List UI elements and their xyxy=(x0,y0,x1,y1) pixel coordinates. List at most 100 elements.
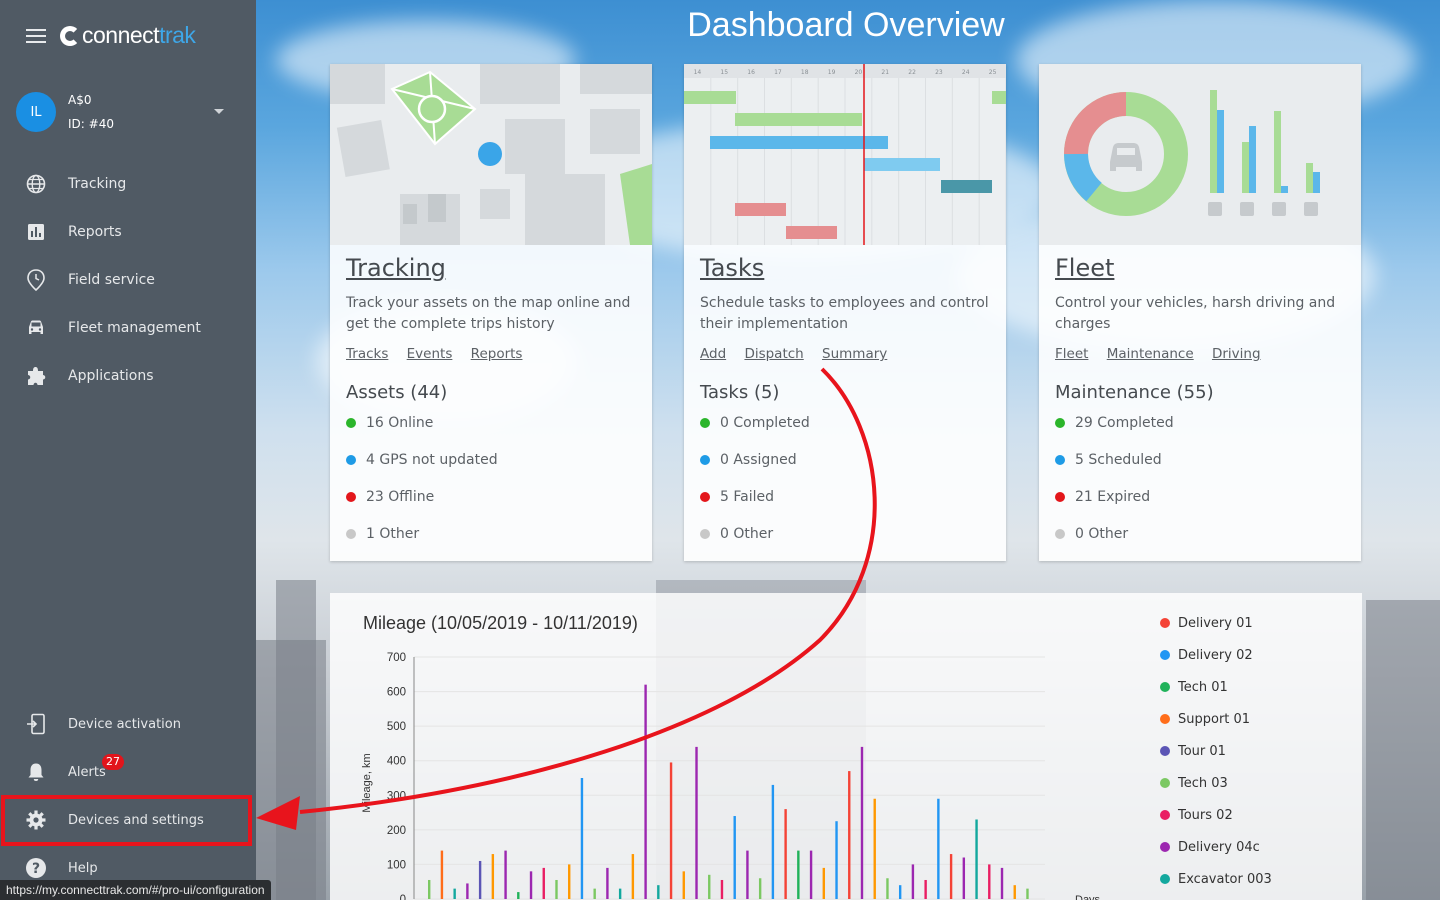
chart-bar xyxy=(873,798,876,899)
nav-alerts[interactable]: Alerts 27 xyxy=(0,750,256,794)
link-reports[interactable]: Reports xyxy=(471,346,523,362)
chart-bar xyxy=(682,871,685,899)
y-tick-label: 100 xyxy=(387,859,406,871)
account-name: A$0 xyxy=(68,93,92,107)
logo[interactable]: connect trak xyxy=(60,22,196,49)
nav-label: Fleet management xyxy=(68,320,201,336)
legend-item[interactable]: Delivery 04c xyxy=(1160,831,1272,863)
legend-item[interactable]: Tours 02 xyxy=(1160,799,1272,831)
chart-bar xyxy=(937,798,940,899)
card-subheading: Tasks (5) xyxy=(700,382,780,403)
gantt-day-label: 25 xyxy=(989,69,997,76)
card-description: Track your assets on the map online and … xyxy=(346,295,631,332)
legend-item[interactable]: Tech 03 xyxy=(1160,767,1272,799)
chart-bar xyxy=(924,879,927,899)
legend-label: Tech 03 xyxy=(1178,775,1228,791)
y-axis-label: Mileage, km xyxy=(361,753,373,812)
nav-reports[interactable]: Reports xyxy=(0,210,256,254)
caret-down-icon xyxy=(214,109,224,114)
legend-swatch xyxy=(1160,778,1170,788)
legend-item[interactable]: Tour 01 xyxy=(1160,735,1272,767)
y-tick-label: 300 xyxy=(387,790,406,802)
chart-bar xyxy=(478,860,482,899)
account-id: ID: #40 xyxy=(68,117,114,131)
legend-label: Excavator 003 xyxy=(1178,871,1272,887)
card-title-tasks[interactable]: Tasks xyxy=(700,254,764,282)
status-dot-green xyxy=(346,418,356,428)
globe-icon xyxy=(25,173,47,195)
link-summary[interactable]: Summary xyxy=(822,346,887,362)
chart-bar xyxy=(949,854,953,899)
link-driving[interactable]: Driving xyxy=(1212,346,1261,362)
legend-label: Delivery 01 xyxy=(1178,615,1253,631)
nav-applications[interactable]: Applications xyxy=(0,354,256,398)
gantt-day-label: 16 xyxy=(747,69,755,76)
stat-label: 21 Expired xyxy=(1075,489,1151,505)
chart-bar xyxy=(835,821,838,899)
link-add[interactable]: Add xyxy=(700,346,726,362)
y-tick-label: 500 xyxy=(387,721,406,733)
legend-item[interactable]: Delivery 01 xyxy=(1160,607,1272,639)
link-dispatch[interactable]: Dispatch xyxy=(744,346,803,362)
gantt-day-label: 24 xyxy=(962,69,970,76)
legend-item[interactable]: Support 01 xyxy=(1160,703,1272,735)
legend-swatch xyxy=(1160,650,1170,660)
stat-label: 0 Other xyxy=(1075,526,1129,542)
device-login-icon xyxy=(25,713,47,735)
tasks-gantt-illustration: 14 15 16 17 18 19 20 21 22 23 24 25 xyxy=(684,64,1006,245)
chart-bar xyxy=(504,850,507,899)
fleet-charts-illustration xyxy=(1039,64,1361,245)
chart-bar xyxy=(606,867,609,899)
legend-swatch xyxy=(1160,618,1170,628)
legend-label: Tour 01 xyxy=(1178,743,1226,759)
nav-fleet-management[interactable]: Fleet management xyxy=(0,306,256,350)
card-description: Schedule tasks to employees and control … xyxy=(700,295,989,332)
page-title: Dashboard Overview xyxy=(687,6,1005,44)
card-description: Control your vehicles, harsh driving and… xyxy=(1055,295,1336,332)
chart-bar xyxy=(784,809,787,899)
menu-icon[interactable] xyxy=(26,28,46,43)
stat-row: 5 Failed xyxy=(700,489,774,505)
stat-label: 23 Offline xyxy=(366,489,435,505)
status-dot-blue xyxy=(1055,455,1065,465)
chart-bar xyxy=(631,854,635,899)
nav-field-service[interactable]: Field service xyxy=(0,258,256,302)
status-dot-blue xyxy=(346,455,356,465)
stat-row: 0 Other xyxy=(700,526,773,542)
status-bar-url: https://my.connecttrak.com/#/pro-ui/conf… xyxy=(0,880,271,900)
card-title-tracking[interactable]: Tracking xyxy=(346,254,446,282)
avatar: IL xyxy=(16,92,56,132)
chart-bar xyxy=(529,871,533,899)
link-tracks[interactable]: Tracks xyxy=(346,346,388,362)
sidebar: connect trak IL A$0 ID: #40 Tracking Repo… xyxy=(0,0,256,900)
card-links: Fleet Maintenance Driving xyxy=(1055,346,1275,362)
legend-item[interactable]: Delivery 02 xyxy=(1160,639,1272,671)
chart-bar xyxy=(593,888,596,899)
stat-label: 5 Scheduled xyxy=(1075,452,1162,468)
chart-bar xyxy=(580,778,584,899)
legend-item[interactable]: Tech 01 xyxy=(1160,671,1272,703)
chart-bar xyxy=(708,874,711,899)
link-maintenance[interactable]: Maintenance xyxy=(1107,346,1194,362)
logo-text: connect xyxy=(82,22,160,48)
chart-bar xyxy=(758,878,762,899)
stat-row: 29 Completed xyxy=(1055,415,1174,431)
card-title-fleet[interactable]: Fleet xyxy=(1055,254,1114,282)
nav-tracking[interactable]: Tracking xyxy=(0,162,256,206)
status-dot-green xyxy=(1055,418,1065,428)
status-dot-red xyxy=(1055,492,1065,502)
legend-item[interactable]: Excavator 003 xyxy=(1160,863,1272,895)
chart-bar xyxy=(657,885,660,899)
legend-swatch xyxy=(1160,714,1170,724)
stat-label: 1 Other xyxy=(366,526,420,542)
status-dot-green xyxy=(700,418,710,428)
nav-device-activation[interactable]: Device activation xyxy=(0,702,256,746)
chart-bar xyxy=(848,771,851,899)
account-switcher[interactable]: IL A$0 ID: #40 xyxy=(16,91,240,133)
legend-label: Delivery 04c xyxy=(1178,839,1260,855)
link-fleet[interactable]: Fleet xyxy=(1055,346,1088,362)
chart-bar xyxy=(988,864,991,899)
link-events[interactable]: Events xyxy=(407,346,453,362)
legend-label: Delivery 02 xyxy=(1178,647,1253,663)
stat-label: 16 Online xyxy=(366,415,434,431)
